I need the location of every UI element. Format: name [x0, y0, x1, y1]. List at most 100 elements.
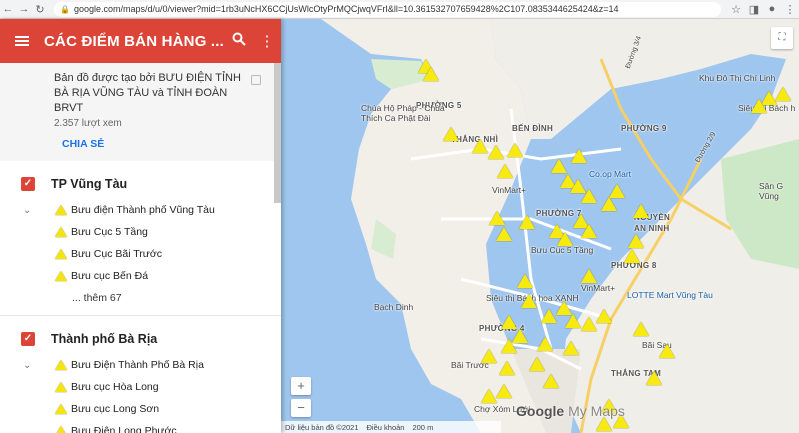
map-marker[interactable]: [563, 341, 579, 355]
mymaps-logo: My Maps: [568, 403, 625, 419]
profile-icon[interactable]: ●: [763, 3, 781, 15]
map-marker[interactable]: [571, 149, 587, 163]
map-marker[interactable]: [581, 224, 597, 238]
map-marker[interactable]: [557, 232, 573, 246]
map-marker[interactable]: [581, 317, 597, 331]
map-marker[interactable]: [601, 197, 617, 211]
scrollbar[interactable]: [274, 63, 281, 203]
list-item[interactable]: Bưu cục Bến Đá: [0, 265, 281, 287]
map-marker[interactable]: [556, 301, 572, 315]
map-marker[interactable]: [481, 349, 497, 363]
map-marker[interactable]: [529, 357, 545, 371]
fullscreen-button[interactable]: ⛶: [771, 27, 793, 49]
map-marker[interactable]: [519, 215, 535, 229]
triangle-marker-icon: [55, 271, 67, 281]
map-marker[interactable]: [443, 127, 459, 141]
share-icon[interactable]: [251, 75, 261, 85]
map-marker[interactable]: [496, 227, 512, 241]
attribution-text: Dữ liệu bản đồ ©2021: [285, 422, 359, 432]
address-bar[interactable]: 🔒 google.com/maps/d/u/0/viewer?mid=1rb3u…: [54, 1, 721, 17]
map-marker[interactable]: [541, 309, 557, 323]
map-marker[interactable]: [565, 314, 581, 328]
map-marker[interactable]: [472, 139, 488, 153]
map-attribution: Dữ liệu bản đồ ©2021 Điều khoản 200 m: [281, 421, 501, 433]
map-marker[interactable]: [633, 322, 649, 336]
map-label: Co.op Mart: [589, 169, 632, 179]
divider: [0, 315, 281, 316]
view-count: 2.357 lượt xem: [54, 118, 122, 129]
map-marker[interactable]: [489, 211, 505, 225]
map-marker[interactable]: [659, 344, 675, 358]
map-label: VinMart+: [581, 283, 616, 293]
map-marker[interactable]: [517, 274, 533, 288]
star-icon[interactable]: ☆: [727, 3, 745, 16]
map-marker[interactable]: [581, 269, 597, 283]
map-marker[interactable]: [537, 337, 553, 351]
more-options-icon[interactable]: ⋮: [253, 32, 281, 50]
list-item[interactable]: Bưu cục Hòa Long: [0, 376, 281, 398]
forward-button[interactable]: →: [16, 3, 32, 15]
search-icon[interactable]: [225, 32, 253, 50]
triangle-marker-icon: [55, 360, 67, 370]
map-marker[interactable]: [521, 294, 537, 308]
map-marker[interactable]: [497, 164, 513, 178]
map-marker[interactable]: [543, 374, 559, 388]
map-label: BẾN ĐÌNH: [512, 124, 554, 133]
map-label: PHƯỜNG 9: [621, 124, 667, 133]
list-item-label: Bưu Điện Long Phước: [71, 425, 177, 433]
list-item-label: Bưu Cục 5 Tầng: [71, 226, 148, 238]
map-marker[interactable]: [507, 143, 523, 157]
map-canvas[interactable]: PHƯỜNG 5 Chùa Hộ Pháp - Chùa Thích Ca Ph…: [281, 19, 799, 433]
map-marker[interactable]: [751, 99, 767, 113]
map-marker[interactable]: [596, 417, 612, 431]
list-item[interactable]: ⌄ Bưu Điện Thành Phố Bà Rịa: [0, 354, 281, 376]
layer-checkbox[interactable]: ✓: [21, 332, 35, 346]
layer-header[interactable]: ✓ TP Vũng Tàu: [0, 169, 281, 199]
reload-button[interactable]: ↻: [32, 3, 48, 16]
list-item[interactable]: Bưu Điện Long Phước: [0, 420, 281, 433]
map-marker[interactable]: [499, 361, 515, 375]
list-item[interactable]: Bưu Cục 5 Tầng: [0, 221, 281, 243]
list-item[interactable]: Bưu cục Long Sơn: [0, 398, 281, 420]
back-button[interactable]: ←: [0, 3, 16, 15]
list-item[interactable]: Bưu Cục Bãi Trước: [0, 243, 281, 265]
map-marker[interactable]: [628, 234, 644, 248]
map-marker[interactable]: [551, 159, 567, 173]
zoom-out-button[interactable]: −: [291, 399, 311, 417]
layer-checkbox[interactable]: ✓: [21, 177, 35, 191]
list-item[interactable]: ⌄ Bưu điện Thành phố Vũng Tàu: [0, 199, 281, 221]
extension-icon[interactable]: ◨: [745, 3, 763, 16]
map-marker[interactable]: [609, 184, 625, 198]
chevron-down-icon[interactable]: ⌄: [23, 205, 31, 216]
map-marker[interactable]: [481, 389, 497, 403]
hamburger-menu-icon[interactable]: [0, 40, 44, 42]
map-marker[interactable]: [581, 189, 597, 203]
list-item-label: Bưu Cục Bãi Trước: [71, 248, 162, 260]
triangle-marker-icon: [55, 404, 67, 414]
layer-header[interactable]: ✓ Thành phố Bà Rịa: [0, 324, 281, 354]
map-label: VinMart+: [492, 185, 527, 195]
layer-name: TP Vũng Tàu: [51, 177, 128, 191]
map-label: Sân G Vũng: [759, 181, 784, 201]
map-marker[interactable]: [488, 145, 504, 159]
chevron-down-icon[interactable]: ⌄: [23, 360, 31, 371]
map-label: Khu Đô Thị Chí Linh: [699, 73, 776, 83]
list-item-label: Bưu điện Thành phố Vũng Tàu: [71, 204, 215, 216]
menu-icon[interactable]: ⋮: [781, 3, 799, 16]
map-info: Bản đồ được tạo bởi BƯU ĐIỆN TỈNH BÀ RỊA…: [0, 63, 281, 161]
triangle-marker-icon: [55, 205, 67, 215]
map-marker[interactable]: [775, 87, 791, 101]
map-marker[interactable]: [501, 339, 517, 353]
terms-link[interactable]: Điều khoản: [367, 423, 405, 432]
list-item-label: Bưu Điện Thành Phố Bà Rịa: [71, 359, 204, 371]
map-marker[interactable]: [646, 371, 662, 385]
map-marker[interactable]: [624, 249, 640, 263]
share-button[interactable]: CHIA SẺ: [62, 138, 251, 150]
map-marker[interactable]: [496, 384, 512, 398]
zoom-in-button[interactable]: +: [291, 377, 311, 395]
map-marker[interactable]: [596, 309, 612, 323]
more-items-link[interactable]: ... thêm 67: [72, 287, 281, 309]
map-marker[interactable]: [501, 315, 517, 329]
map-marker[interactable]: [423, 67, 439, 81]
map-marker[interactable]: [633, 204, 649, 218]
